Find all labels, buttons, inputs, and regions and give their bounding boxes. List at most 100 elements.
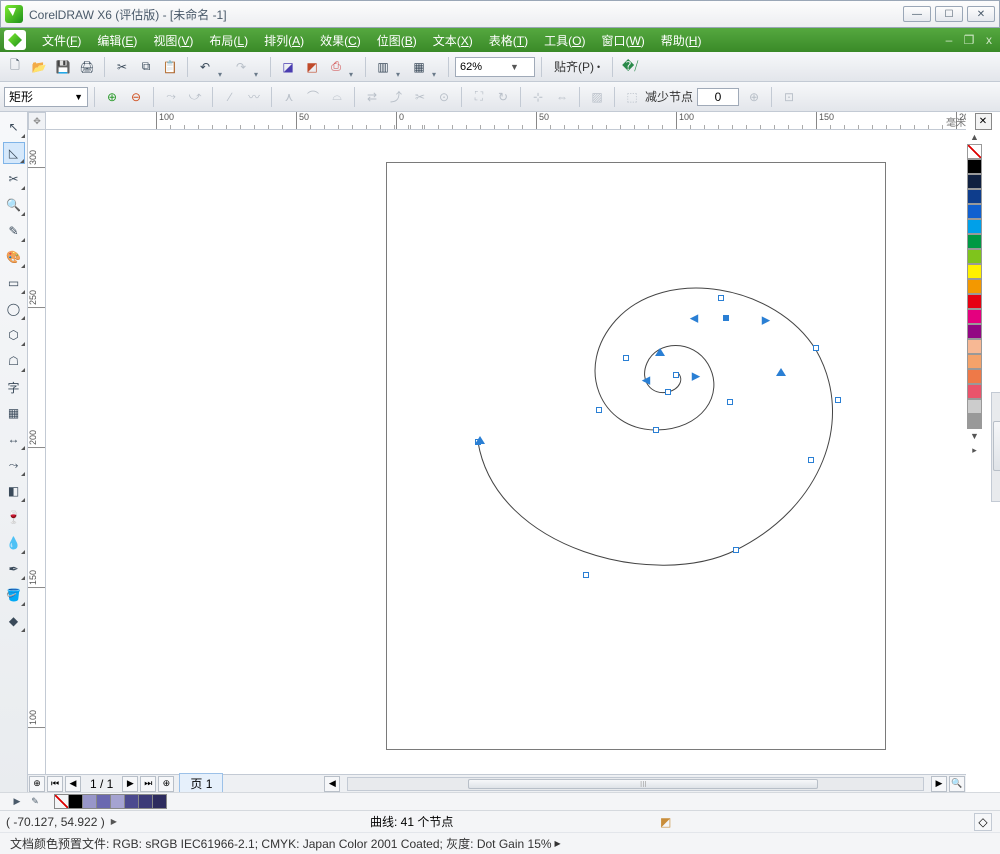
rotate-nodes-button[interactable]: ↻	[492, 86, 514, 108]
menu-窗口w[interactable]: 窗口(W)	[593, 29, 652, 52]
color-swatch[interactable]	[967, 414, 982, 429]
reverse-direction-button[interactable]: ⇄	[361, 86, 383, 108]
mdi-close-button[interactable]: x	[982, 33, 996, 47]
color-swatch[interactable]	[967, 249, 982, 264]
undo-button[interactable]: ↶	[194, 56, 216, 78]
doc-color-swatch[interactable]	[110, 794, 125, 809]
crop-tool[interactable]: ✂	[3, 168, 25, 190]
hscroll-right-button[interactable]: ▶	[931, 776, 947, 792]
export-button[interactable]: ◩	[301, 56, 323, 78]
add-page-button[interactable]: ⊕	[29, 776, 45, 792]
elastic-mode-button[interactable]: ▨	[586, 86, 608, 108]
close-button[interactable]: ✕	[967, 6, 995, 22]
zoom-value[interactable]	[460, 61, 510, 73]
color-swatch[interactable]	[967, 324, 982, 339]
ruler-origin[interactable]: ✥	[28, 112, 46, 130]
restore-button[interactable]: ☐	[935, 6, 963, 22]
symmetric-node-button[interactable]: ⌓	[326, 86, 348, 108]
add-page-after-button[interactable]: ⊕	[158, 776, 174, 792]
fill-indicator-icon[interactable]: ◩	[660, 815, 671, 829]
close-docker-button[interactable]: ✕	[975, 113, 992, 130]
menu-工具o[interactable]: 工具(O)	[536, 29, 593, 52]
connector-tool[interactable]: ⤳	[3, 454, 25, 476]
interactive-blend-tool[interactable]: ◧	[3, 480, 25, 502]
color-swatch[interactable]	[967, 354, 982, 369]
table-tool[interactable]: ▦	[3, 402, 25, 424]
palette-scroll-down-button[interactable]: ▼	[966, 429, 983, 443]
color-swatch[interactable]	[967, 339, 982, 354]
freehand-tool[interactable]: ✎	[3, 220, 25, 242]
drawing-canvas[interactable]: ◀ ▶ ◀ ▶	[46, 130, 966, 774]
app-launcher-button[interactable]: ▥	[372, 56, 394, 78]
horizontal-ruler[interactable]: 10050050100150200	[46, 112, 966, 130]
to-curve-button[interactable]: 〰	[243, 86, 265, 108]
menu-文本x[interactable]: 文本(X)	[425, 29, 481, 52]
welcome-screen-button[interactable]: ▦	[408, 56, 430, 78]
color-swatch[interactable]	[967, 204, 982, 219]
dimension-tool[interactable]: ↔	[3, 428, 25, 450]
add-node-button[interactable]: ⊕	[101, 86, 123, 108]
menu-效果c[interactable]: 效果(C)	[312, 29, 369, 52]
transparency-tool[interactable]: 🍷	[3, 506, 25, 528]
select-all-nodes-button[interactable]: ⬚	[621, 86, 643, 108]
color-swatch[interactable]	[967, 309, 982, 324]
color-swatch[interactable]	[967, 279, 982, 294]
menu-表格t[interactable]: 表格(T)	[481, 29, 536, 52]
color-swatch[interactable]	[967, 264, 982, 279]
eyedropper-tool[interactable]: 💧	[3, 532, 25, 554]
menu-视图v[interactable]: 视图(V)	[145, 29, 201, 52]
menu-布局l[interactable]: 布局(L)	[201, 29, 256, 52]
vertical-scrollbar[interactable]	[991, 392, 1000, 502]
basic-shapes-tool[interactable]: ☖	[3, 350, 25, 372]
extract-subpath-button[interactable]: ✂	[409, 86, 431, 108]
no-color-swatch[interactable]	[967, 144, 982, 159]
menu-帮助h[interactable]: 帮助(H)	[653, 29, 710, 52]
polygon-tool[interactable]: ⬡	[3, 324, 25, 346]
outline-tool[interactable]: ✒	[3, 558, 25, 580]
hscroll-left-button[interactable]: ◀	[324, 776, 340, 792]
doc-color-swatch[interactable]	[82, 794, 97, 809]
stretch-nodes-button[interactable]: ⛶	[468, 86, 490, 108]
shape-tool[interactable]: ◺	[3, 142, 25, 164]
smooth-node-button[interactable]: ⌒	[302, 86, 324, 108]
color-swatch[interactable]	[967, 174, 982, 189]
join-nodes-button[interactable]: ⤳	[160, 86, 182, 108]
shape-selector-dropdown[interactable]: 矩形 ▼	[4, 87, 88, 107]
edit-hint-button[interactable]: ✎	[28, 795, 42, 809]
color-swatch[interactable]	[967, 369, 982, 384]
selected-curve[interactable]	[46, 130, 966, 774]
color-swatch[interactable]	[967, 384, 982, 399]
first-page-button[interactable]: ⏮	[47, 776, 63, 792]
prev-page-button[interactable]: ◀	[65, 776, 81, 792]
menu-排列a[interactable]: 排列(A)	[256, 29, 312, 52]
menu-编辑e[interactable]: 编辑(E)	[89, 29, 145, 52]
smart-fill-tool[interactable]: 🎨	[3, 246, 25, 268]
vertical-ruler[interactable]: 300250200150100	[28, 130, 46, 774]
close-curve-button[interactable]: ⊙	[433, 86, 455, 108]
menu-文件f[interactable]: 文件(F)	[34, 29, 89, 52]
color-swatch[interactable]	[967, 399, 982, 414]
rectangle-tool[interactable]: ▭	[3, 272, 25, 294]
color-swatch[interactable]	[967, 219, 982, 234]
color-swatch[interactable]	[967, 294, 982, 309]
outline-indicator-icon[interactable]: ◇	[974, 813, 992, 831]
app-icon[interactable]	[4, 30, 26, 50]
play-button[interactable]: ▶	[10, 795, 24, 809]
palette-flyout-button[interactable]: ▸	[966, 443, 983, 457]
interactive-fill-tool[interactable]: ◆	[3, 610, 25, 632]
chevron-down-icon[interactable]: ▼	[510, 62, 519, 72]
extend-curve-button[interactable]: ⤴	[385, 86, 407, 108]
paste-button[interactable]: 📋	[159, 56, 181, 78]
zoom-level-input[interactable]: ▼	[455, 57, 535, 77]
fill-tool[interactable]: 🪣	[3, 584, 25, 606]
minimize-button[interactable]: —	[903, 6, 931, 22]
scrollbar-thumb[interactable]	[993, 421, 1000, 471]
doc-color-swatch[interactable]	[96, 794, 111, 809]
bounding-box-button[interactable]: ⊡	[778, 86, 800, 108]
doc-color-swatch[interactable]	[68, 794, 83, 809]
mdi-minimize-button[interactable]: –	[942, 33, 956, 47]
zoom-tool[interactable]: 🔍	[3, 194, 25, 216]
cut-button[interactable]: ✂	[111, 56, 133, 78]
last-page-button[interactable]: ⏭	[140, 776, 156, 792]
page-tab[interactable]: 页 1	[179, 773, 223, 794]
